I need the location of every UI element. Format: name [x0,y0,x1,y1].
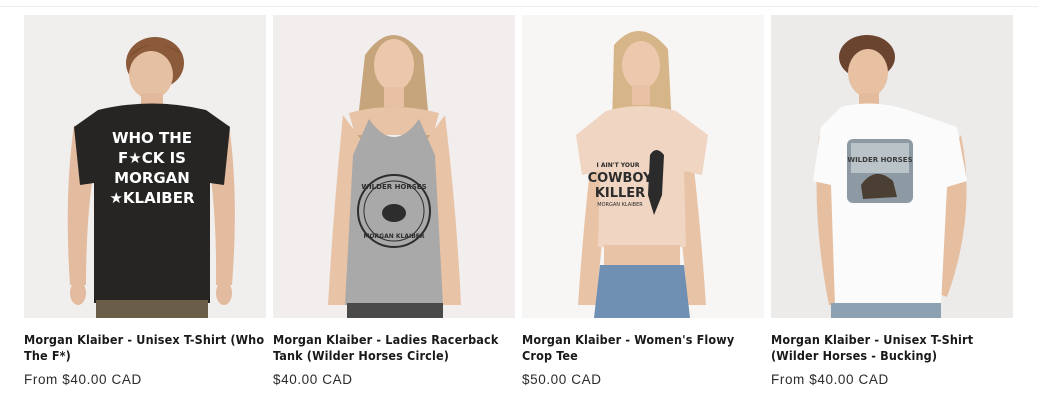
product-title[interactable]: Morgan Klaiber - Unisex T-Shirt (Who The… [24,332,266,364]
header-divider [0,6,1038,7]
crop-print-text: COWBOY [588,171,653,186]
tank-print-text: WILDER HORSES [361,183,426,191]
crop-print-text: I AIN'T YOUR [597,162,640,169]
crop-print-text: KILLER [595,186,645,201]
product-price: From $40.00 CAD [771,372,889,387]
product-card[interactable]: I AIN'T YOUR COWBOY KILLER MORGAN KLAIBE… [522,15,764,387]
product-price: $50.00 CAD [522,372,602,387]
product-card[interactable]: WILDER HORSES MORGAN KLAIBER Morgan Klai… [273,15,515,387]
product-image[interactable]: WILDER HORSES [771,15,1013,318]
tank-print-text: MORGAN KLAIBER [363,233,424,240]
shirt-print-text: WILDER HORSES [847,156,912,164]
product-image[interactable]: I AIN'T YOUR COWBOY KILLER MORGAN KLAIBE… [522,15,764,318]
product-title[interactable]: Morgan Klaiber - Unisex T-Shirt (Wilder … [771,332,1013,364]
product-title[interactable]: Morgan Klaiber - Ladies Racerback Tank (… [273,332,515,364]
shirt-print-text: ★KLAIBER [109,189,194,207]
product-price: $40.00 CAD [273,372,353,387]
shirt-print-text: F★CK IS [118,149,186,167]
shirt-print-text: WHO THE [112,129,192,147]
shirt-print-text: MORGAN [114,169,190,187]
product-grid: WHO THE F★CK IS MORGAN ★KLAIBER Morgan K… [24,15,1013,387]
product-image[interactable]: WHO THE F★CK IS MORGAN ★KLAIBER [24,15,266,318]
crop-print-text: MORGAN KLAIBER [597,202,643,208]
product-price: From $40.00 CAD [24,372,142,387]
product-card[interactable]: WHO THE F★CK IS MORGAN ★KLAIBER Morgan K… [24,15,266,387]
product-image[interactable]: WILDER HORSES MORGAN KLAIBER [273,15,515,318]
product-title[interactable]: Morgan Klaiber - Women's Flowy Crop Tee [522,332,764,364]
product-card[interactable]: WILDER HORSES Morgan Klaiber - Unisex T-… [771,15,1013,387]
